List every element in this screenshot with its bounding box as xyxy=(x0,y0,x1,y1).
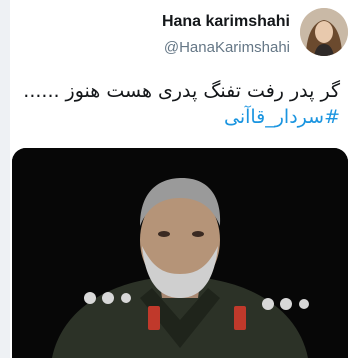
avatar[interactable] xyxy=(300,8,348,56)
tweet-text: گر پدر رفت تفنگ پدری هست هنوز ...... xyxy=(23,80,340,102)
author-names: Hana karimshahi @HanaKarimshahi xyxy=(162,12,290,58)
timeline-gutter xyxy=(0,0,10,358)
profile-photo-icon xyxy=(300,8,348,56)
tweet-media[interactable] xyxy=(12,148,348,358)
author-handle[interactable]: @HanaKarimshahi xyxy=(162,38,290,58)
hashtag-link[interactable]: #سردار_قاآنی xyxy=(224,104,340,130)
author-display-name[interactable]: Hana karimshahi xyxy=(162,12,290,32)
tweet-header: Hana karimshahi @HanaKarimshahi xyxy=(20,8,348,60)
tweet-card: Hana karimshahi @HanaKarimshahi گر پدر ر… xyxy=(0,0,360,358)
man-in-uniform-photo-icon xyxy=(12,148,348,358)
